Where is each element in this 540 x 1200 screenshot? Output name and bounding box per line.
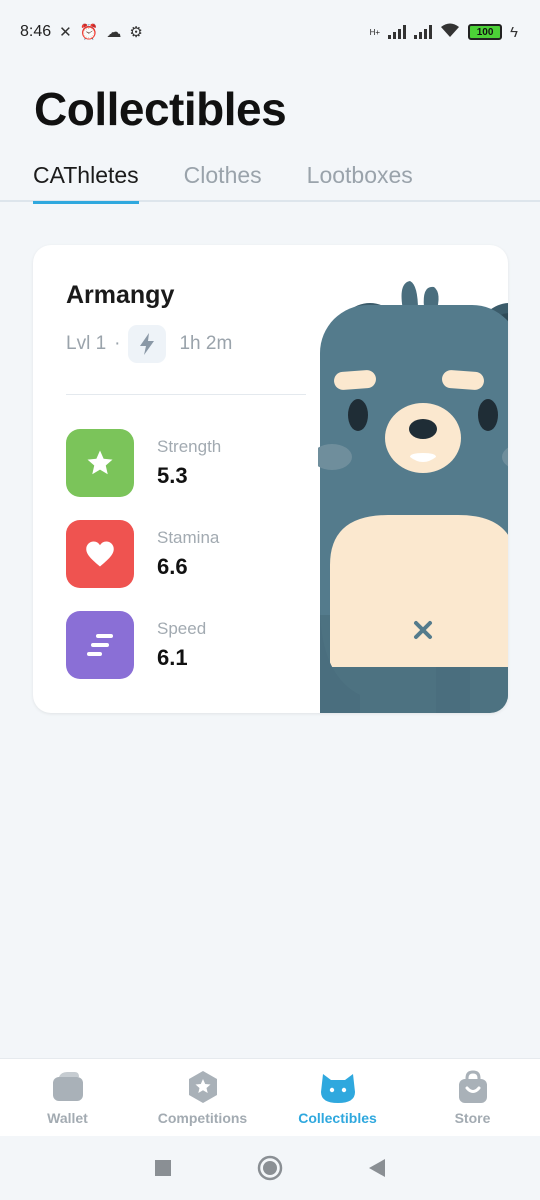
status-left: 8:46 ✕ ⏰ ☁ ⚙ — [20, 23, 143, 41]
cat-icon — [319, 1070, 357, 1104]
signal-icon-2 — [414, 25, 433, 39]
competitions-icon — [187, 1070, 219, 1104]
stat-stamina-text: Stamina 6.6 — [157, 528, 219, 580]
stat-speed-text: Speed 6.1 — [157, 619, 206, 671]
circle-icon — [257, 1155, 283, 1181]
nav-label: Collectibles — [298, 1109, 377, 1126]
meta-separator: · — [114, 333, 121, 354]
recents-button[interactable] — [143, 1148, 183, 1188]
cloud-icon: ☁ — [106, 24, 122, 41]
alarm-icon: ⏰ — [79, 24, 99, 41]
signal-icon — [388, 25, 407, 39]
settings-icon: ⚙ — [129, 24, 143, 41]
athlete-level: Lvl 1 — [66, 333, 107, 354]
mute-vibrate-icon: ✕ — [59, 24, 72, 41]
wifi-icon — [440, 22, 460, 42]
home-button[interactable] — [250, 1148, 290, 1188]
card-divider — [66, 394, 306, 395]
tab-cathletes[interactable]: CAThletes — [33, 158, 139, 204]
nav-label: Store — [454, 1109, 491, 1126]
stat-value: 6.6 — [157, 554, 188, 579]
tab-lootboxes[interactable]: Lootboxes — [307, 158, 413, 202]
stat-label: Stamina — [157, 528, 220, 547]
athlete-name: Armangy — [66, 281, 175, 309]
stat-stamina: Stamina 6.6 — [66, 520, 219, 588]
energy-bolt-icon — [128, 325, 167, 363]
wallet-icon — [51, 1070, 85, 1104]
stat-label: Speed — [157, 619, 207, 638]
stat-strength: Strength 5.3 — [66, 429, 221, 497]
athlete-card[interactable]: Armangy Lvl 1 · 1h 2m Strength 5.3 Stami… — [33, 245, 508, 713]
system-nav-bar — [0, 1136, 540, 1200]
status-right: H+ 100 ϟ — [370, 22, 518, 42]
shopping-bag-icon — [457, 1069, 489, 1104]
battery-icon: 100 — [468, 24, 503, 40]
bear-illustration — [318, 281, 508, 713]
nav-label: Competitions — [157, 1109, 248, 1126]
status-bar: 8:46 ✕ ⏰ ☁ ⚙ H+ 100 ϟ — [0, 0, 540, 64]
triangle-back-icon — [368, 1159, 385, 1177]
nav-wallet[interactable]: Wallet — [0, 1070, 135, 1126]
athlete-meta: Lvl 1 · 1h 2m — [66, 325, 232, 363]
status-time: 8:46 — [20, 23, 52, 40]
tab-bar: CAThletes Clothes Lootboxes — [0, 158, 540, 204]
star-icon — [66, 429, 134, 497]
stat-strength-text: Strength 5.3 — [157, 437, 221, 489]
nav-store[interactable]: Store — [405, 1069, 540, 1126]
athlete-energy-time: 1h 2m — [179, 333, 233, 354]
speed-lines-icon — [66, 611, 134, 679]
bottom-nav: Wallet Competitions Collectibles Store — [0, 1058, 540, 1136]
stat-speed: Speed 6.1 — [66, 611, 206, 679]
stat-label: Strength — [157, 437, 222, 456]
page-title: Collectibles — [34, 83, 287, 135]
nav-competitions[interactable]: Competitions — [135, 1070, 270, 1126]
back-button[interactable] — [357, 1148, 397, 1188]
square-icon — [155, 1160, 172, 1176]
stat-value: 5.3 — [157, 463, 188, 488]
tab-clothes[interactable]: Clothes — [184, 158, 262, 202]
charging-icon: ϟ — [510, 23, 518, 41]
network-type: H+ — [369, 27, 381, 37]
nav-collectibles[interactable]: Collectibles — [270, 1070, 405, 1126]
nav-label: Wallet — [47, 1109, 88, 1126]
heart-icon — [66, 520, 134, 588]
stat-value: 6.1 — [157, 645, 188, 670]
